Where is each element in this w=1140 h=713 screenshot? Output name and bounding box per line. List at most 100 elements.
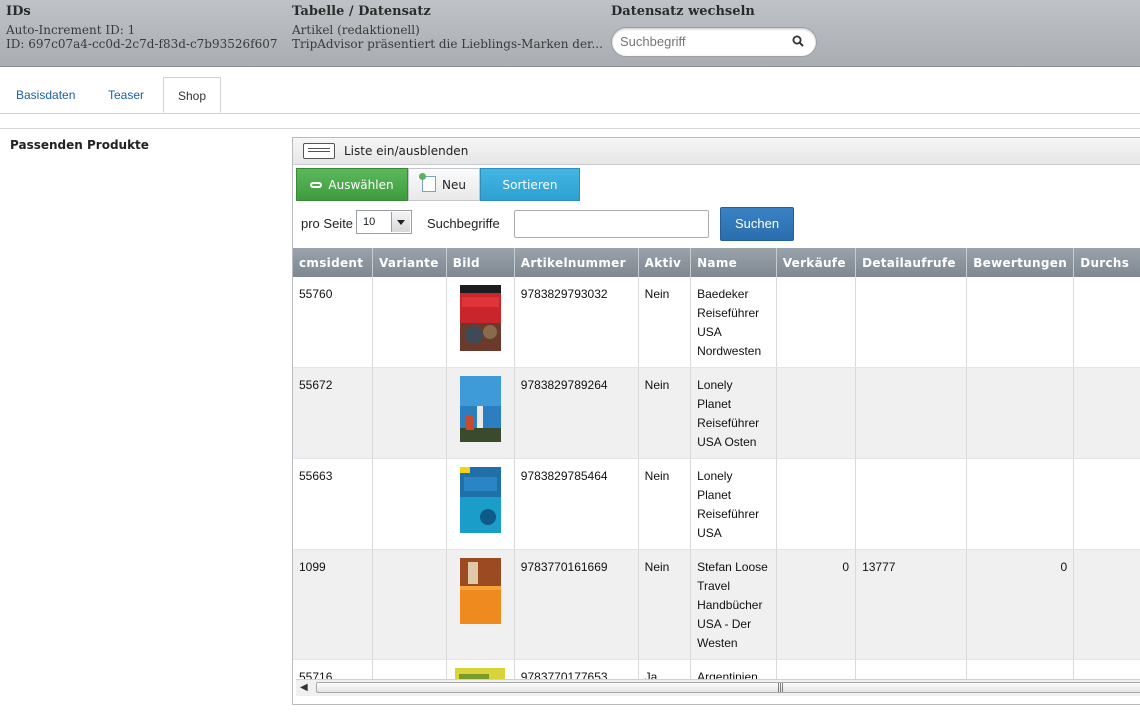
scrollbar-thumb[interactable]: ||| bbox=[316, 682, 1140, 693]
new-button[interactable]: Neu bbox=[408, 168, 480, 201]
column-header-detailaufrufe[interactable]: Detailaufrufe bbox=[855, 248, 968, 277]
book-cover-image bbox=[459, 558, 501, 624]
cell-name: Baedeker Reiseführer USA Nordwesten bbox=[690, 277, 777, 368]
record-header: IDs Auto-Increment ID: 1 ID: 697c07a4-cc… bbox=[0, 0, 1140, 67]
cell-verkaeufe: 0 bbox=[776, 549, 857, 660]
record-search-input[interactable] bbox=[618, 33, 782, 50]
cell-bild bbox=[446, 549, 515, 660]
cell-artikelnummer: 9783829785464 bbox=[514, 458, 639, 550]
column-header-variante[interactable]: Variante bbox=[372, 248, 447, 277]
cell-variante bbox=[372, 277, 447, 368]
per-page-value: 10 bbox=[363, 216, 376, 228]
column-header-name[interactable]: Name bbox=[690, 248, 777, 277]
select-button-label: Auswählen bbox=[328, 178, 394, 192]
table-row[interactable]: 55760 9783829793032 Nein Baedeker Reisef… bbox=[293, 277, 1140, 368]
cell-variante bbox=[372, 659, 447, 679]
products-table: cmsident Variante Bild Artikelnummer Akt… bbox=[293, 248, 1140, 679]
cell-bewertungen bbox=[966, 659, 1075, 679]
cell-durchs bbox=[1073, 549, 1140, 660]
cell-variante bbox=[372, 549, 447, 660]
divider bbox=[0, 128, 1140, 129]
cell-detailaufrufe bbox=[855, 277, 968, 368]
grip-icon: ||| bbox=[777, 683, 784, 693]
table-name: Artikel (redaktionell) bbox=[292, 23, 420, 37]
cell-aktiv: Ja bbox=[638, 659, 692, 679]
cell-bewertungen: 0 bbox=[966, 549, 1075, 660]
cell-cmsident: 55716 bbox=[293, 659, 373, 679]
tab-bar: Basisdaten Teaser Shop bbox=[0, 77, 1140, 114]
section-label: Passenden Produkte bbox=[10, 138, 149, 152]
cell-cmsident: 55663 bbox=[293, 458, 373, 550]
column-header-aktiv[interactable]: Aktiv bbox=[638, 248, 692, 277]
cell-artikelnummer: 9783829789264 bbox=[514, 367, 639, 459]
table-row[interactable]: 55672 9783829789264 Nein Lonely Planet R… bbox=[293, 367, 1140, 459]
cell-aktiv: Nein bbox=[638, 277, 692, 368]
ids-title: IDs bbox=[6, 4, 31, 19]
cell-cmsident: 1099 bbox=[293, 549, 373, 660]
search-terms-input[interactable] bbox=[514, 210, 709, 238]
products-panel: Liste ein/ausblenden Auswählen Neu Sorti… bbox=[292, 137, 1140, 705]
tab-teaser[interactable]: Teaser bbox=[108, 77, 144, 113]
column-header-durchs[interactable]: Durchs bbox=[1073, 248, 1140, 277]
link-icon bbox=[310, 182, 323, 188]
cell-bild bbox=[446, 277, 515, 368]
cell-bewertungen bbox=[966, 458, 1075, 550]
cell-aktiv: Nein bbox=[638, 367, 692, 459]
chevron-down-icon[interactable] bbox=[391, 212, 410, 232]
column-header-verkaeufe[interactable]: Verkäufe bbox=[776, 248, 857, 277]
scroll-left-icon[interactable]: ◀ bbox=[300, 682, 308, 693]
record-name: TripAdvisor präsentiert die Lieblings-Ma… bbox=[292, 37, 603, 51]
column-header-artikelnummer[interactable]: Artikelnummer bbox=[514, 248, 639, 277]
cell-durchs bbox=[1073, 458, 1140, 550]
search-terms-label: Suchbegriffe bbox=[427, 216, 500, 231]
column-header-bewertungen[interactable]: Bewertungen bbox=[966, 248, 1075, 277]
products-table-wrapper: cmsident Variante Bild Artikelnummer Akt… bbox=[293, 248, 1140, 679]
book-cover-image bbox=[459, 376, 501, 442]
cell-detailaufrufe bbox=[855, 458, 968, 550]
cell-aktiv: Nein bbox=[638, 549, 692, 660]
cell-detailaufrufe: 13777 bbox=[855, 549, 968, 660]
table-section: Tabelle / Datensatz Artikel (redaktionel… bbox=[292, 4, 603, 51]
cell-durchs bbox=[1073, 277, 1140, 368]
cell-name: Lonely Planet Reiseführer USA bbox=[690, 458, 777, 550]
tab-basisdaten[interactable]: Basisdaten bbox=[16, 77, 75, 113]
cell-detailaufrufe bbox=[855, 367, 968, 459]
cell-durchs bbox=[1073, 367, 1140, 459]
cell-artikelnummer: 9783770161669 bbox=[514, 549, 639, 660]
cell-cmsident: 55760 bbox=[293, 277, 373, 368]
cell-verkaeufe bbox=[776, 277, 857, 368]
cell-verkaeufe bbox=[776, 659, 857, 679]
cell-name: Argentinien bbox=[690, 659, 777, 679]
book-cover-image bbox=[459, 285, 501, 351]
cell-bild bbox=[446, 659, 515, 679]
table-header-row: cmsident Variante Bild Artikelnummer Akt… bbox=[293, 248, 1140, 277]
column-header-cmsident[interactable]: cmsident bbox=[293, 248, 373, 277]
cell-name: Lonely Planet Reiseführer USA Osten bbox=[690, 367, 777, 459]
panel-title[interactable]: Liste ein/ausblenden bbox=[344, 144, 468, 158]
table-row[interactable]: 55663 9783829785464 Nein Lonely Planet R… bbox=[293, 458, 1140, 550]
ids-section: IDs Auto-Increment ID: 1 ID: 697c07a4-cc… bbox=[6, 4, 278, 51]
auto-increment-id: Auto-Increment ID: 1 bbox=[6, 23, 136, 37]
cell-verkaeufe bbox=[776, 458, 857, 550]
cell-verkaeufe bbox=[776, 367, 857, 459]
table-row[interactable]: 1099 9783770161669 Nein Stefan Loose Tra… bbox=[293, 549, 1140, 660]
book-cover-image bbox=[459, 467, 501, 533]
sort-button[interactable]: Sortieren bbox=[480, 168, 580, 201]
table-title: Tabelle / Datensatz bbox=[292, 4, 431, 19]
new-button-label: Neu bbox=[442, 178, 466, 192]
search-button[interactable]: Suchen bbox=[720, 207, 794, 241]
cell-bewertungen bbox=[966, 367, 1075, 459]
record-id: ID: 697c07a4-cc0d-2c7d-f83d-c7b93526f607 bbox=[6, 37, 278, 51]
search-icon[interactable] bbox=[792, 35, 804, 47]
panel-header[interactable]: Liste ein/ausblenden bbox=[293, 138, 1140, 165]
per-page-select[interactable]: 10 bbox=[356, 210, 412, 234]
tab-shop[interactable]: Shop bbox=[163, 77, 221, 113]
switch-section: Datensatz wechseln bbox=[611, 4, 755, 23]
cell-bild bbox=[446, 458, 515, 550]
column-header-bild[interactable]: Bild bbox=[446, 248, 515, 277]
select-button[interactable]: Auswählen bbox=[296, 168, 408, 201]
table-row[interactable]: 55716 9783770177653 Ja Argentinien bbox=[293, 659, 1140, 679]
toggle-list-icon[interactable] bbox=[303, 143, 335, 159]
record-search-box bbox=[611, 27, 817, 57]
horizontal-scrollbar[interactable]: ◀ ||| bbox=[296, 679, 1140, 696]
